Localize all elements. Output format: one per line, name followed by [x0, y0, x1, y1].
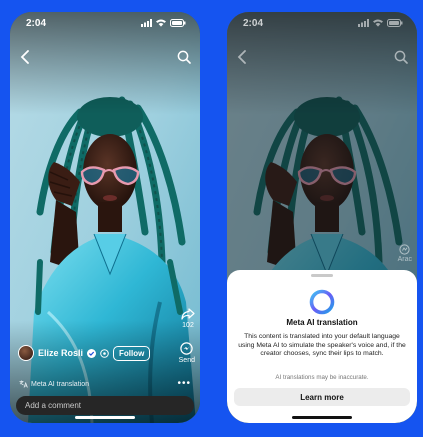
back-arrow-icon[interactable]: [19, 50, 31, 64]
audio-icon[interactable]: [100, 348, 109, 358]
learn-more-button[interactable]: Learn more: [234, 388, 410, 406]
status-time: 2:04: [243, 17, 264, 29]
verified-icon: [87, 348, 97, 358]
status-bar: 2:04: [10, 12, 200, 34]
follow-button[interactable]: Follow: [113, 345, 151, 361]
comment-input[interactable]: Add a comment: [16, 396, 194, 415]
translate-icon: [19, 380, 28, 388]
sheet-disclaimer: AI translations may be inaccurate.: [275, 374, 369, 381]
share-action[interactable]: 102: [181, 308, 195, 329]
faded-label: Arac: [397, 256, 412, 263]
search-icon[interactable]: [394, 50, 408, 64]
sheet-body: This content is translated into your def…: [238, 333, 406, 358]
meta-ai-ring-icon: [309, 289, 335, 315]
audio-action-faded: Arac: [398, 244, 412, 263]
send-label: Send: [178, 357, 195, 364]
wifi-icon: [373, 19, 383, 27]
share-icon[interactable]: [181, 308, 195, 320]
share-count: 102: [182, 322, 194, 329]
more-options-icon[interactable]: •••: [177, 378, 191, 389]
phone-translation-sheet-screen: 2:04 Arac Meta AI translation This conte…: [227, 12, 417, 423]
status-bar: 2:04: [227, 12, 417, 34]
comment-placeholder: Add a comment: [25, 401, 82, 410]
home-indicator: [75, 416, 135, 419]
sheet-handle[interactable]: [311, 274, 333, 277]
battery-icon: [170, 19, 186, 27]
send-action[interactable]: Send: [179, 342, 195, 364]
signal-icon: [358, 19, 369, 27]
phone-reel-screen: 2:04 102 Send Elize Rosli Follow Meta AI…: [10, 12, 200, 423]
back-arrow-icon[interactable]: [236, 50, 248, 64]
home-indicator: [292, 416, 352, 419]
creator-name[interactable]: Elize Rosli: [38, 348, 83, 358]
search-icon[interactable]: [177, 50, 191, 64]
reel-video[interactable]: [10, 12, 200, 423]
status-time: 2:04: [26, 17, 47, 29]
ai-translation-label[interactable]: Meta AI translation: [19, 380, 89, 388]
send-icon[interactable]: [180, 342, 194, 355]
translation-info-sheet: Meta AI translation This content is tran…: [227, 270, 417, 423]
wifi-icon: [156, 19, 166, 27]
creator-row: Elize Rosli Follow: [18, 345, 151, 361]
audio-icon: [399, 244, 410, 255]
ai-translation-text: Meta AI translation: [31, 380, 89, 388]
sheet-title: Meta AI translation: [286, 318, 358, 327]
signal-icon: [141, 19, 152, 27]
avatar[interactable]: [18, 345, 34, 361]
battery-icon: [387, 19, 403, 27]
